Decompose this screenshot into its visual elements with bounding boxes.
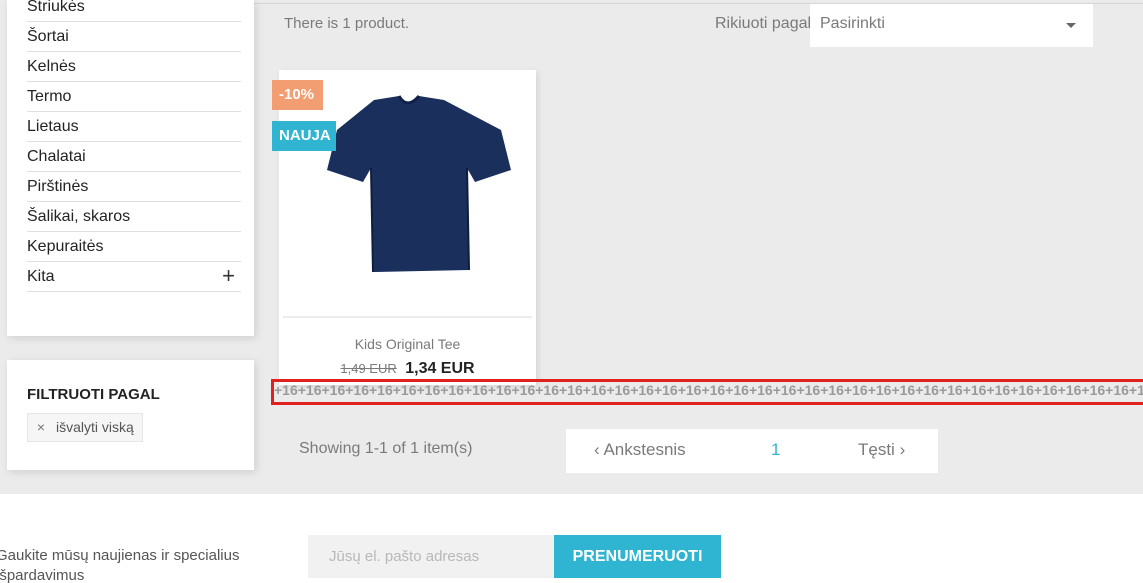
- category-item-termo[interactable]: Termo: [27, 82, 241, 112]
- next-label: Tęsti: [858, 440, 895, 459]
- caret-down-icon: [1066, 23, 1076, 28]
- chevron-right-icon: ›: [899, 440, 906, 459]
- clear-all-label: išvalyti viską: [56, 419, 134, 435]
- newsletter-text: Gaukite mūsų naujienas ir specialius išp…: [0, 547, 240, 583]
- product-card[interactable]: Kids Original Tee 1,49 EUR 1,34 EUR: [279, 70, 536, 385]
- new-badge: NAUJA: [272, 121, 336, 151]
- category-item-sortai[interactable]: Šortai: [27, 22, 241, 52]
- product-name[interactable]: Kids Original Tee: [279, 336, 536, 352]
- old-price: 1,49 EUR: [340, 361, 397, 376]
- price-row: 1,49 EUR 1,34 EUR: [279, 360, 536, 378]
- sort-label: Rikiuoti pagal: [715, 15, 812, 32]
- subscribe-button[interactable]: PRENUMERUOTI: [554, 535, 721, 578]
- page-number-1[interactable]: 1: [771, 440, 780, 460]
- showing-count: Showing 1-1 of 1 item(s): [299, 440, 473, 457]
- chevron-left-icon: ‹: [594, 440, 600, 459]
- category-panel: Striukės Šortai Kelnės Termo Lietaus Cha…: [7, 0, 254, 336]
- previous-label: Ankstesnis: [603, 440, 686, 459]
- discount-badge: -10%: [272, 80, 323, 110]
- close-icon: ×: [36, 419, 46, 435]
- category-item-salikai[interactable]: Šalikai, skaros: [27, 202, 241, 232]
- category-item-kelnes[interactable]: Kelnės: [27, 52, 241, 82]
- next-page-link[interactable]: Tęsti ›: [858, 440, 905, 460]
- category-item-pirstines[interactable]: Pirštinės: [27, 172, 241, 202]
- previous-page-link[interactable]: ‹ Ankstesnis: [594, 440, 686, 460]
- sort-value: Pasirinkti: [820, 15, 885, 32]
- filter-title: FILTRUOTI PAGAL: [27, 386, 160, 403]
- product-count: There is 1 product.: [284, 15, 410, 32]
- current-price: 1,34 EUR: [405, 360, 475, 377]
- category-item-chalatai[interactable]: Chalatai: [27, 142, 241, 172]
- sort-select[interactable]: Pasirinkti: [810, 4, 1093, 47]
- category-item-kita[interactable]: Kita +: [27, 262, 241, 292]
- newsletter-email-input[interactable]: [308, 535, 555, 578]
- highlighted-debug-strip: +16+16+16+16+16+16+16+16+16+16+16+16+16+…: [271, 379, 1143, 405]
- expand-plus-icon[interactable]: +: [222, 262, 235, 290]
- pagination: ‹ Ankstesnis 1 Tęsti ›: [566, 429, 938, 473]
- card-divider: [283, 316, 532, 318]
- clear-all-filters-button[interactable]: × išvalyti viską: [27, 413, 143, 442]
- filter-panel: FILTRUOTI PAGAL × išvalyti viską: [7, 360, 254, 470]
- category-item-lietaus[interactable]: Lietaus: [27, 112, 241, 142]
- category-item-kepuraites[interactable]: Kepuraitės: [27, 232, 241, 262]
- category-list: Striukės Šortai Kelnės Termo Lietaus Cha…: [27, 0, 241, 292]
- category-item-striukes[interactable]: Striukės: [27, 0, 241, 22]
- category-label-kita: Kita: [27, 268, 55, 285]
